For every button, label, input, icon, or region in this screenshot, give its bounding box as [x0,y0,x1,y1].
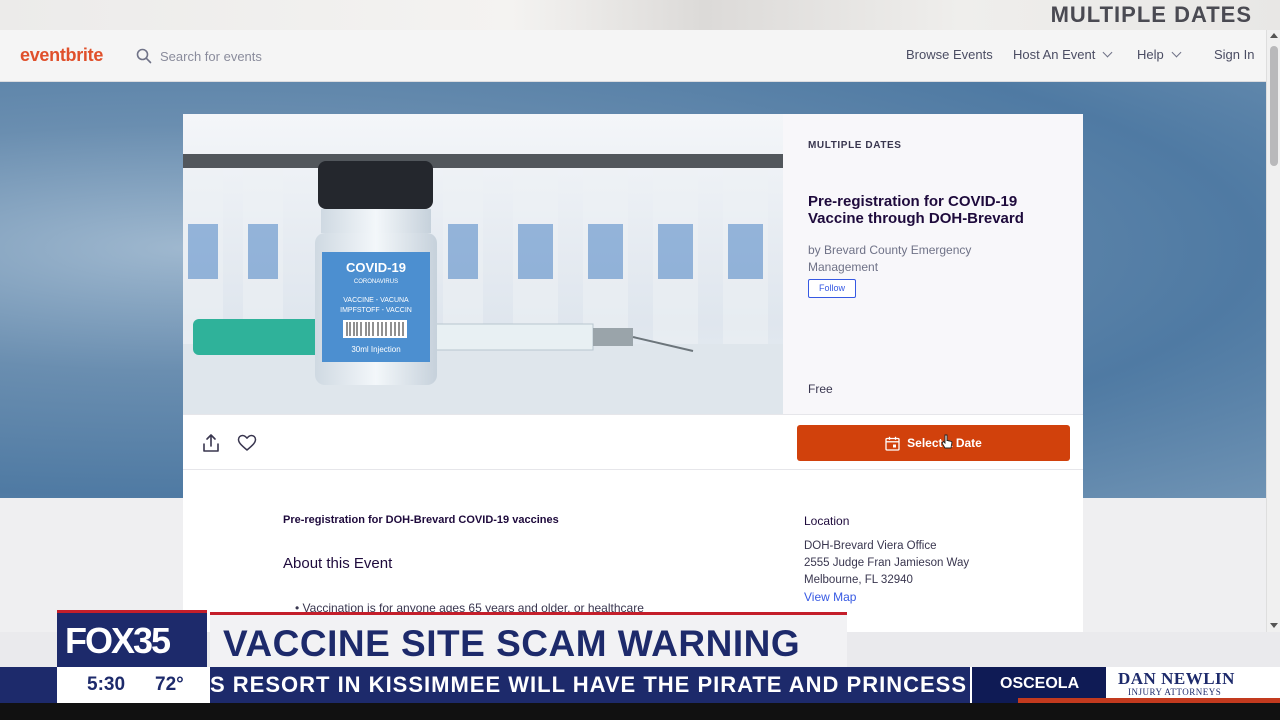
navbar: eventbrite Browse Events Host An Event H… [0,30,1266,82]
help-menu[interactable]: Help [1137,47,1182,62]
scroll-up-arrow-icon[interactable] [1270,33,1278,38]
heart-icon[interactable] [237,434,257,452]
scroll-down-arrow-icon[interactable] [1270,623,1278,628]
vial-label-line2: IMPFSTOFF - VACCIN [340,307,412,314]
location-venue: DOH-Brevard Viera Office [804,540,937,552]
search-icon[interactable] [136,48,152,64]
follow-button[interactable]: Follow [808,279,856,298]
vial-label-title: COVID-19 [346,260,406,275]
browse-events-link[interactable]: Browse Events [906,47,993,62]
broadcast-temperature: 72° [155,674,184,695]
sponsor-subtitle: INJURY ATTORNEYS [1128,687,1222,697]
vial-label-sub: CORONAVIRUS [354,279,398,285]
chevron-down-icon [1171,47,1182,58]
view-map-link[interactable]: View Map [804,590,856,604]
news-headline: VACCINE SITE SCAM WARNING [223,623,801,664]
event-title: Pre-registration for COVID-19 Vaccine th… [808,193,1024,227]
fox35-logo-box: FOX35 [57,610,207,668]
organizer-name[interactable]: by Brevard County Emergency Management [808,242,1028,276]
location-heading: Location [804,514,850,528]
ticker-text: S RESORT IN KISSIMMEE WILL HAVE THE PIRA… [210,672,970,697]
eventbrite-logo[interactable]: eventbrite [20,45,103,66]
location-tag-text: OSCEOLA [1000,675,1080,692]
event-summary-panel: MULTIPLE DATES Pre-registration for COVI… [783,114,1083,414]
time-temp-box: 5:30 72° [57,667,210,703]
sponsor-name: DAN NEWLIN [1118,669,1235,688]
location-street: 2555 Judge Fran Jamieson Way [804,557,970,569]
headline-box: VACCINE SITE SCAM WARNING [210,612,847,667]
location-city: Melbourne, FL 32940 [804,574,913,586]
help-label: Help [1137,47,1164,62]
event-price: Free [808,382,833,396]
broadcast-time: 5:30 [87,674,126,695]
host-event-label: Host An Event [1013,47,1096,62]
vial-label-line1: VACCINE - VACUNA [343,297,409,304]
calendar-icon [885,436,900,451]
search-input[interactable] [160,46,460,66]
multiple-dates-label: MULTIPLE DATES [808,140,902,151]
bottom-bar [0,703,1280,720]
vaccine-vial-illustration: COVID-19 CORONAVIRUS VACCINE - VACUNA IM… [183,154,783,414]
select-date-button[interactable]: Select a Date [797,425,1070,461]
event-summary-text: Pre-registration for DOH-Brevard COVID-1… [283,514,559,526]
fox35-logo: FOX35 [65,620,171,661]
host-event-menu[interactable]: Host An Event [1013,47,1113,62]
ticker-edge [0,667,57,703]
news-ticker: S RESORT IN KISSIMMEE WILL HAVE THE PIRA… [210,667,970,703]
vial-label-dose: 30ml Injection [351,345,400,354]
mouse-cursor-icon [941,434,953,449]
top-strip-text: MULTIPLE DATES [1050,2,1252,27]
event-card: COVID-19 CORONAVIRUS VACCINE - VACUNA IM… [183,114,1083,632]
event-hero-image: COVID-19 CORONAVIRUS VACCINE - VACUNA IM… [183,114,783,414]
share-icon[interactable] [202,433,220,453]
about-heading: About this Event [283,555,393,572]
scrollbar[interactable] [1266,30,1280,632]
scroll-thumb[interactable] [1270,46,1278,166]
chevron-down-icon [1102,47,1113,58]
sign-in-link[interactable]: Sign In [1214,47,1254,62]
top-strip: MULTIPLE DATES [0,0,1280,30]
